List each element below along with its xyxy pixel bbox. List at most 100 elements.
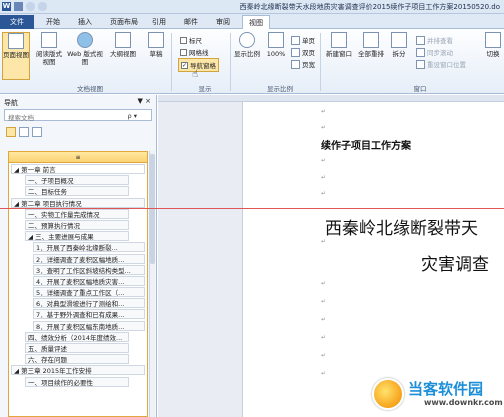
document-page[interactable]: ↵ ↵ 续作子项目工作方案 ↵ ↵ ↵ 西秦岭北缘断裂带天 ↵ 灾害调查 ↵ ↵…: [242, 102, 504, 417]
ruler-check-box[interactable]: [180, 36, 187, 44]
nav-tree-item[interactable]: 4．开展了麦积区幅地质灾害...: [9, 275, 147, 286]
split-label: 拆分: [392, 50, 406, 58]
split-button[interactable]: 拆分: [388, 32, 410, 58]
nav-tree-item[interactable]: ◢ 第一章 前言: [9, 163, 147, 174]
nav-tree-item[interactable]: ◢ 第二章 项目执行情况: [9, 197, 147, 208]
one-page-button[interactable]: 单页: [291, 35, 315, 45]
nav-tree-item[interactable]: 四、绩效分析（2014年度绩效...: [9, 331, 147, 342]
ribbon-view: 页面视图 阅读版式视图 Web 版式视图 大纲视图 草稿 文档视图 标尺 网格线…: [0, 29, 504, 94]
nav-tree-item[interactable]: 二、目标任务: [9, 185, 147, 197]
tab-insert[interactable]: 插入: [72, 15, 98, 29]
nav-tree-item[interactable]: 六、存在问题: [9, 353, 147, 365]
reset-position-icon: [416, 59, 425, 69]
nav-tree-item-label: 5．详细调查了重点工作区（...: [33, 287, 145, 298]
nav-tree-item-label: 一、项目续作的必要性: [25, 376, 129, 387]
nav-tree-item[interactable]: 5．详细调查了重点工作区（...: [9, 286, 147, 298]
arrange-all-button[interactable]: 全部重排: [356, 32, 386, 58]
page-width-button[interactable]: 页宽: [291, 59, 315, 69]
nav-tree-item[interactable]: 二、预算执行情况: [9, 219, 147, 230]
page-view-icon: [8, 33, 24, 49]
paragraph-mark: ↵: [321, 108, 327, 115]
pages-view-tab[interactable]: [19, 127, 29, 137]
nav-pane-controls[interactable]: ▼ ×: [138, 97, 151, 105]
outline-button[interactable]: 大纲视图: [106, 32, 140, 58]
gridlines-label: 网格线: [189, 49, 209, 57]
nav-tree-item[interactable]: 8．开展了麦积区幅东南地质...: [9, 320, 147, 331]
tab-review[interactable]: 审阅: [210, 15, 236, 29]
nav-tree-item[interactable]: 6．对典型滑坡进行了测绘和...: [9, 297, 147, 309]
navigation-pane: 导航 ▼ × 搜索文档 ρ ▾ ≡ ◢ 第一章 前言 一、子项目概况 二、目标任务 ◢…: [0, 95, 157, 417]
nav-tree-item[interactable]: 一、子项目概况: [9, 174, 147, 186]
side-by-side-button[interactable]: 并排查看: [416, 35, 453, 45]
gridlines-checkbox[interactable]: 网格线: [180, 47, 209, 57]
results-view-tab[interactable]: [32, 127, 42, 137]
nav-pane-check-box[interactable]: ✓: [181, 61, 188, 69]
draft-button[interactable]: 草稿: [144, 32, 168, 58]
tab-mailings[interactable]: 邮件: [178, 15, 204, 29]
new-window-icon: [331, 32, 347, 48]
window-title: 西秦岭北缘断裂带天水段地质灾害调查评价2015续作子项目工作方案20150520…: [239, 3, 500, 11]
nav-search-input[interactable]: 搜索文档 ρ ▾: [4, 109, 152, 122]
quick-access-toolbar: W: [2, 2, 47, 11]
web-layout-button[interactable]: Web 版式视图: [66, 32, 104, 66]
tab-home[interactable]: 开始: [40, 15, 66, 29]
new-window-button[interactable]: 新建窗口: [324, 32, 354, 58]
doc-heading-line-2: 灾害调查: [421, 255, 489, 275]
ruler-checkbox[interactable]: 标尺: [180, 35, 202, 45]
zoom-label: 显示比例: [234, 50, 260, 58]
nav-tree-item[interactable]: 一、实物工作量完成情况: [9, 208, 147, 219]
tab-file[interactable]: 文件: [0, 15, 34, 29]
paragraph-mark: ↵: [321, 238, 327, 245]
split-icon: [391, 32, 407, 48]
hundred-percent-icon: [268, 32, 284, 48]
title-bar: W 西秦岭北缘断裂带天水段地质灾害调查评价2015续作子项目工作方案201505…: [0, 0, 504, 14]
doc-heading-line-1: 西秦岭北缘断裂带天: [325, 219, 478, 239]
nav-tree-item-label: 4．开展了麦积区幅地质灾害...: [33, 275, 145, 286]
paragraph-mark: ↵: [321, 334, 327, 341]
web-layout-label: Web 版式视图: [67, 50, 103, 66]
nav-tree-item[interactable]: 3．查明了工作区斜坡结构类型...: [9, 264, 147, 275]
nav-pane-checkbox[interactable]: ✓ 导航窗格: [178, 58, 219, 72]
page-width-icon: [291, 59, 300, 69]
sync-scroll-button[interactable]: 同步滚动: [416, 47, 453, 57]
undo-icon[interactable]: [26, 2, 35, 11]
heading-tree: ≡ ◢ 第一章 前言 一、子项目概况 二、目标任务 ◢ 第二章 项目执行情况 一、实物工…: [8, 151, 148, 417]
ribbon-separator: [320, 33, 321, 91]
tab-view[interactable]: 视图: [242, 15, 270, 29]
nav-tree-item[interactable]: 2．详细调查了麦积区幅地质...: [9, 253, 147, 264]
outline-icon: [115, 32, 131, 48]
search-icon[interactable]: ρ ▾: [128, 112, 137, 120]
nav-search-placeholder: 搜索文档: [8, 114, 34, 122]
nav-tree-item[interactable]: 五、质量评述: [9, 342, 147, 353]
gridlines-check-box[interactable]: [180, 48, 187, 56]
two-page-icon: [291, 47, 300, 57]
tab-page-layout[interactable]: 页面布局: [104, 15, 144, 29]
headings-view-tab[interactable]: [6, 127, 16, 137]
collapse-bar[interactable]: ≡: [9, 152, 147, 163]
zoom-100-label: 100%: [266, 50, 286, 58]
two-page-button[interactable]: 双页: [291, 47, 315, 57]
nav-tree-item[interactable]: 一、项目续作的必要性: [9, 376, 147, 387]
nav-tree-item-label: 二、目标任务: [25, 186, 129, 197]
full-reading-button[interactable]: 阅读版式视图: [34, 32, 64, 66]
nav-tree-item[interactable]: ◢ 第三章 2015年工作安排: [9, 364, 147, 376]
ribbon-separator: [171, 33, 172, 91]
nav-scroll-thumb[interactable]: [150, 154, 155, 264]
ruler-label: 标尺: [189, 37, 202, 45]
print-layout-button[interactable]: 页面视图: [2, 32, 30, 80]
globe-icon: [77, 32, 93, 48]
nav-tree-item[interactable]: 7．基于野外调查和已有成果...: [9, 308, 147, 320]
nav-tree-item[interactable]: ◢ 三、主要进展与成果: [9, 230, 147, 242]
switch-window-button[interactable]: 切换: [482, 32, 504, 58]
reset-position-button[interactable]: 重设窗口位置: [416, 59, 466, 69]
save-icon[interactable]: [14, 2, 23, 11]
nav-tree-item[interactable]: 1．开展了西秦岭北缘断裂...: [9, 241, 147, 253]
group-label-show: 显示: [198, 85, 212, 93]
redo-icon[interactable]: [38, 2, 47, 11]
tab-references[interactable]: 引用: [146, 15, 172, 29]
new-window-label: 新建窗口: [326, 50, 352, 58]
nav-scrollbar[interactable]: [149, 151, 155, 417]
zoom-button[interactable]: 显示比例: [233, 32, 261, 58]
sync-scroll-icon: [416, 47, 425, 57]
zoom-100-button[interactable]: 100%: [265, 32, 287, 58]
